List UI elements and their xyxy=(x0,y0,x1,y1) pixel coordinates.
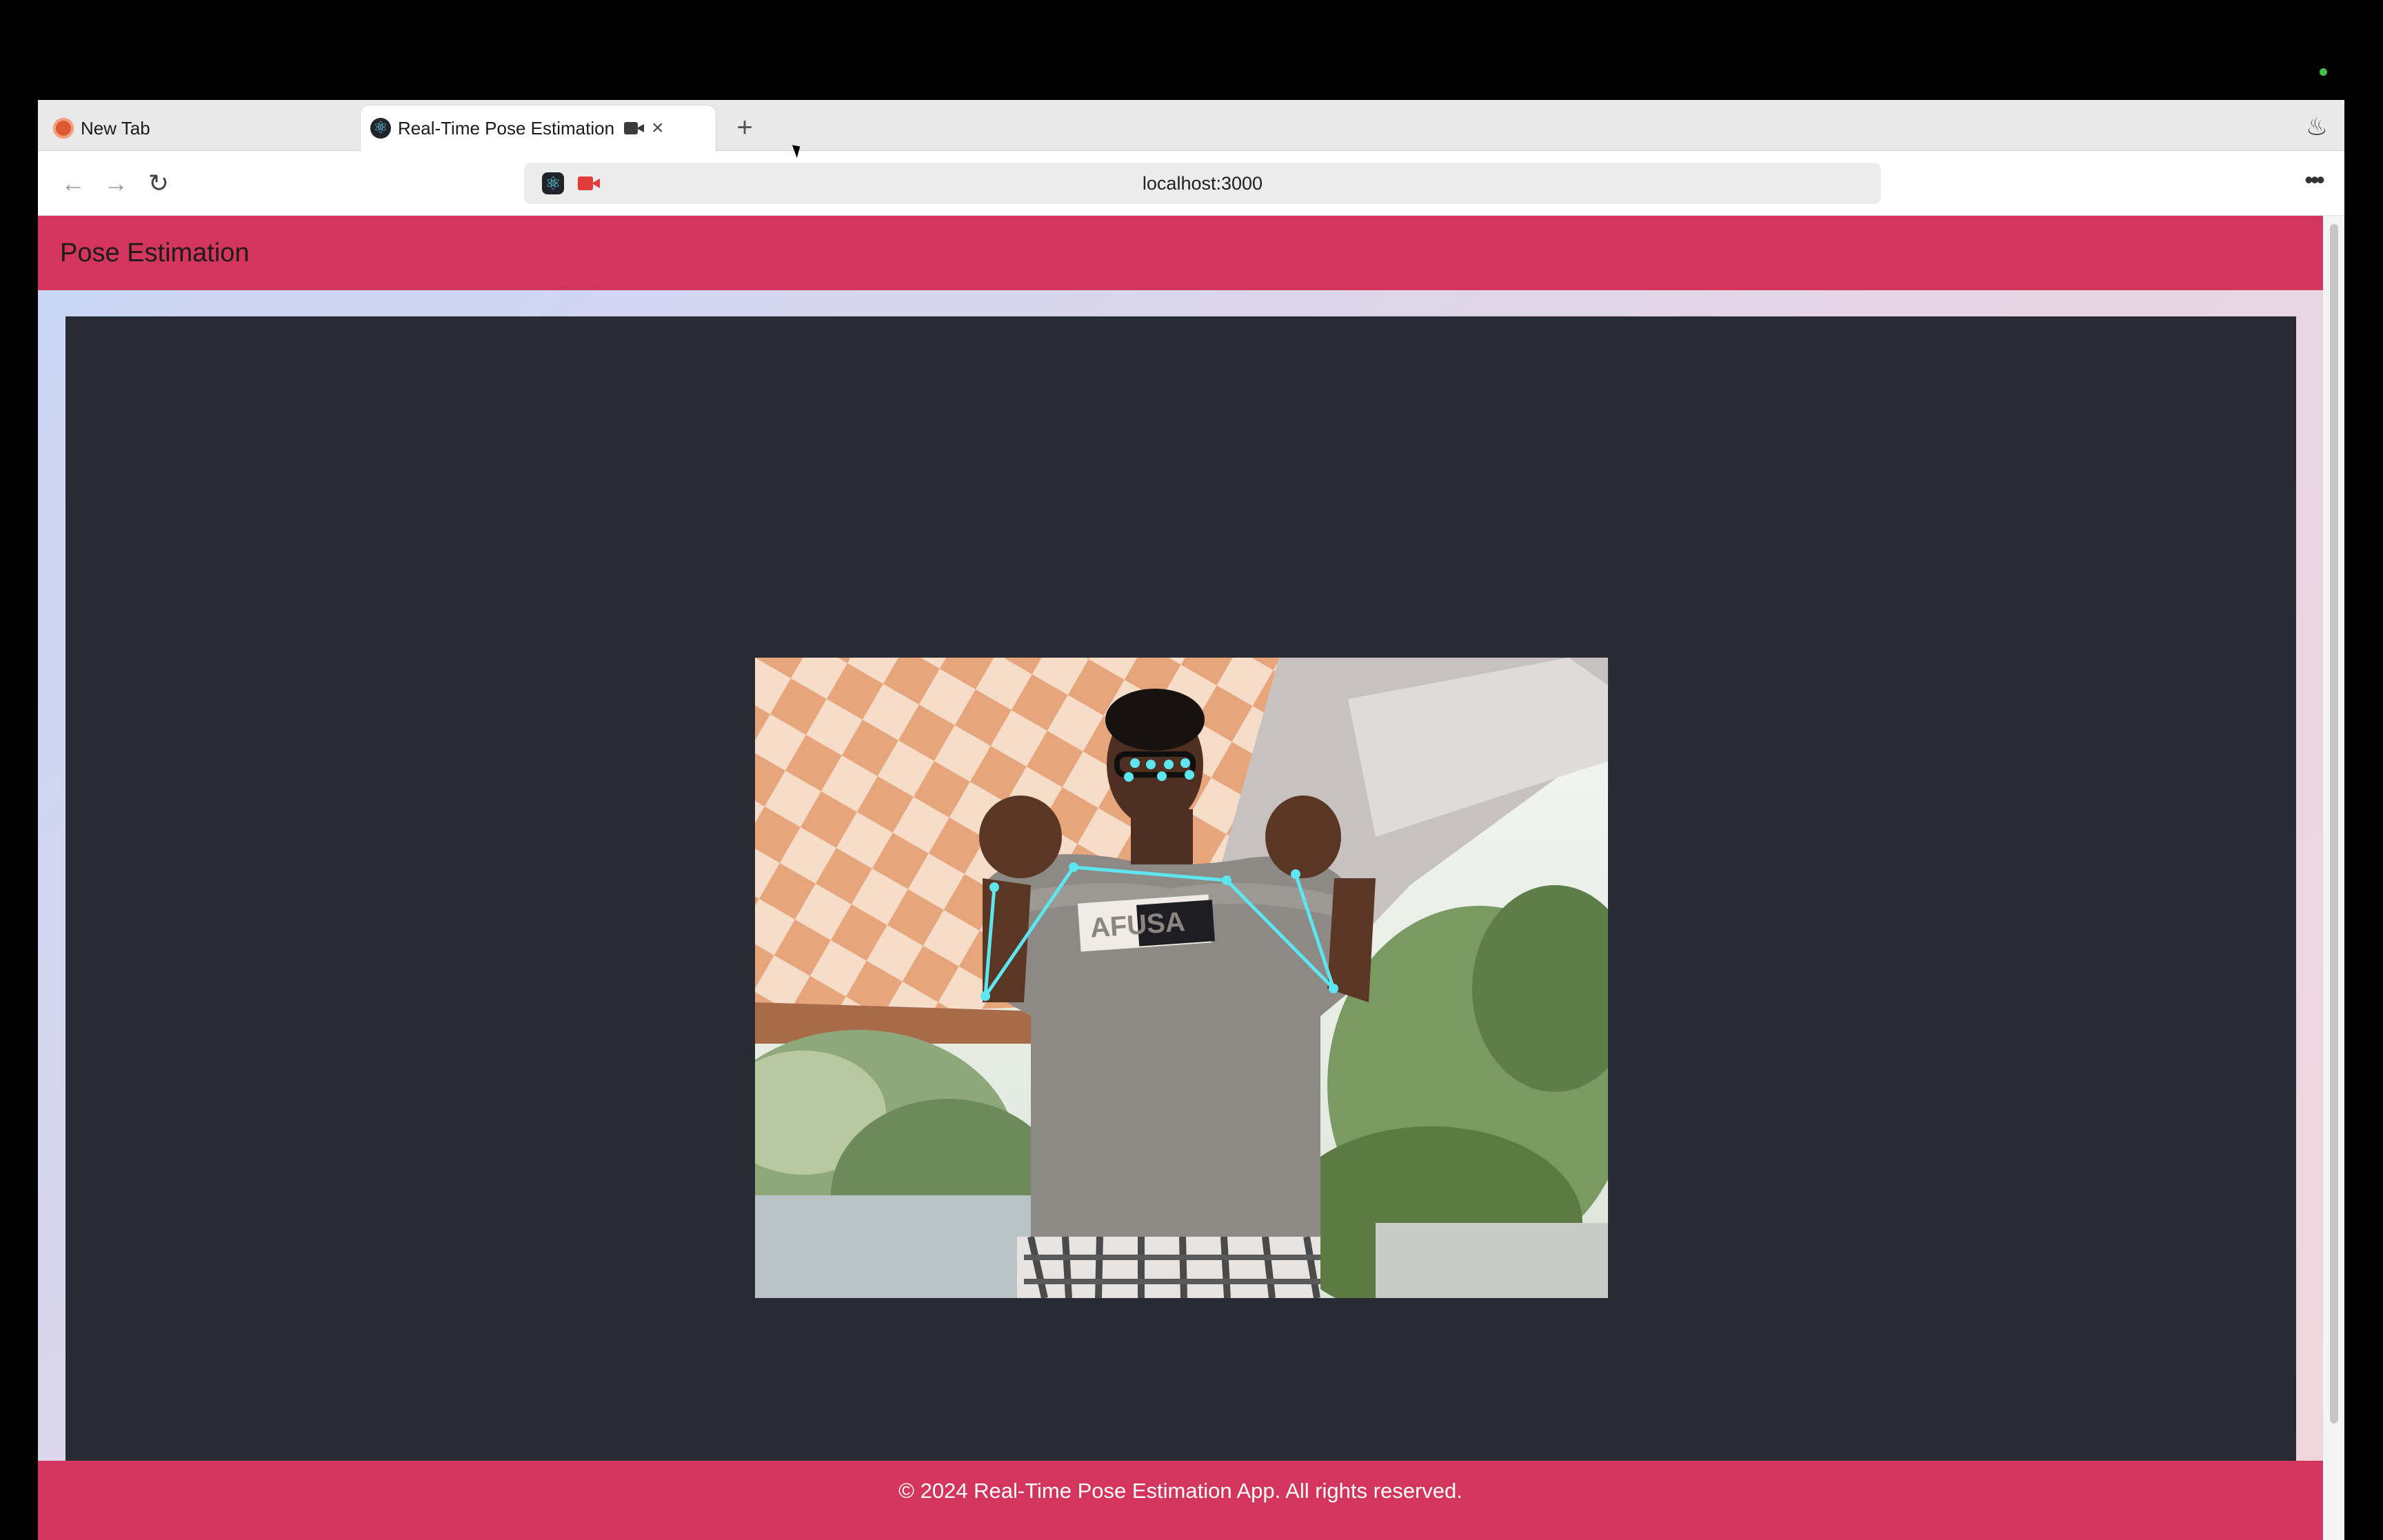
tab-label: Real-Time Pose Estimation xyxy=(398,117,615,139)
tab-pose-estimation[interactable]: ⚛ Real-Time Pose Estimation × xyxy=(361,105,716,151)
plus-icon[interactable]: + xyxy=(727,111,762,145)
back-arrow-icon[interactable]: ← xyxy=(56,166,90,201)
page-scrollbar[interactable] xyxy=(2323,216,2344,1540)
camera-stage: AFUSA xyxy=(66,316,2296,1461)
webcam-feed: AFUSA xyxy=(755,658,1608,1298)
page-title: Pose Estimation xyxy=(60,239,250,267)
tab-bar: New Tab ⚛ Real-Time Pose Estimation × + … xyxy=(38,100,2344,151)
footer-copyright: © 2024 Real-Time Pose Estimation App. Al… xyxy=(898,1479,1462,1503)
duckduckgo-icon xyxy=(53,118,74,139)
reload-icon[interactable]: ↻ xyxy=(141,166,176,201)
react-icon: ⚛ xyxy=(542,172,564,194)
tab-label: New Tab xyxy=(81,117,150,139)
address-bar[interactable]: ⚛ localhost:3000 xyxy=(524,163,1881,204)
fire-icon[interactable]: ♨ xyxy=(2306,112,2328,141)
url-text: localhost:3000 xyxy=(1142,173,1263,194)
more-horizontal-icon[interactable]: ••• xyxy=(2296,166,2331,201)
browser-toolbar: ← → ↻ ⚛ localhost:3000 ••• xyxy=(38,151,2344,216)
scrollbar-thumb[interactable] xyxy=(2330,224,2338,1424)
camera-icon[interactable] xyxy=(578,175,601,192)
app-header: Pose Estimation xyxy=(38,216,2323,290)
tab-new-tab[interactable]: New Tab xyxy=(43,105,354,151)
react-icon: ⚛ xyxy=(370,118,391,139)
forward-arrow-icon[interactable]: → xyxy=(99,166,133,201)
close-icon[interactable]: × xyxy=(652,116,664,140)
app-footer: © 2024 Real-Time Pose Estimation App. Al… xyxy=(38,1461,2323,1540)
recording-indicator-dot xyxy=(2320,68,2327,76)
browser-window: New Tab ⚛ Real-Time Pose Estimation × + … xyxy=(38,100,2344,1540)
web-page: Pose Estimation AFUSA © 2024 Real-Time P… xyxy=(38,216,2323,1540)
webcam-image: AFUSA xyxy=(755,658,1608,1298)
camera-icon xyxy=(624,121,645,136)
